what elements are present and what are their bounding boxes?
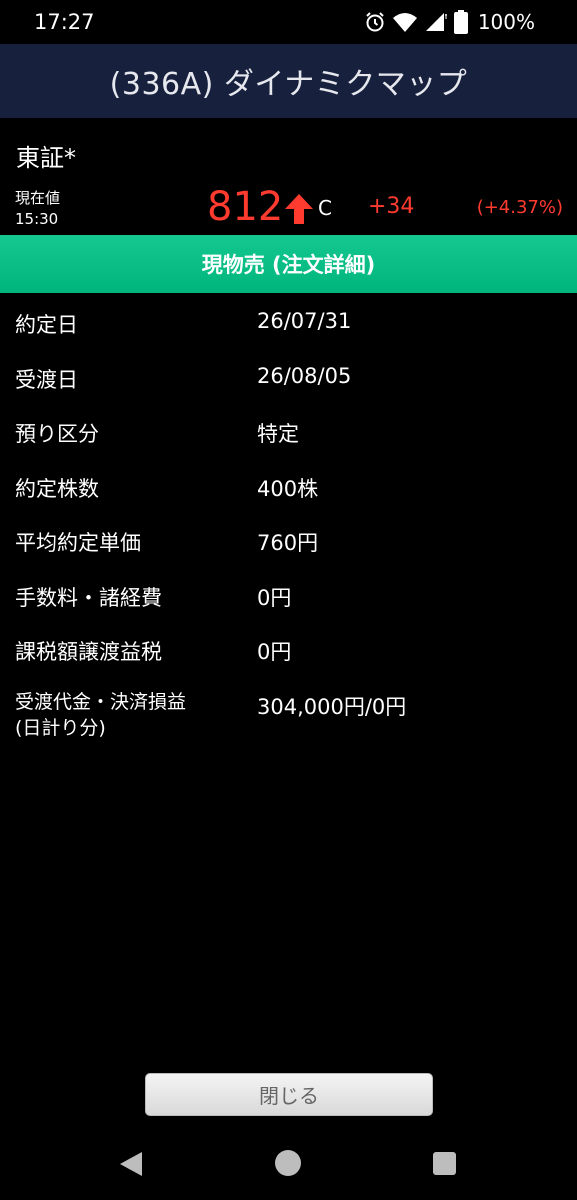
wifi-icon — [392, 13, 417, 32]
battery-icon — [453, 10, 468, 34]
detail-label: 受渡代金・決済損益 (日計り分) — [15, 689, 186, 741]
back-icon[interactable] — [118, 1150, 144, 1178]
detail-label: 約定日 — [15, 313, 78, 337]
status-time: 17:27 — [34, 10, 95, 34]
current-price: 812 — [207, 184, 284, 230]
detail-label: 手数料・諸経費 — [15, 585, 162, 610]
detail-label: 受渡日 — [15, 367, 78, 392]
battery-percent: 100% — [477, 10, 535, 34]
detail-label: 課税額譲渡益税 — [15, 640, 162, 664]
detail-value: 0円 — [257, 585, 292, 610]
detail-row-average-price: 平均約定単価 760円 — [0, 515, 577, 570]
detail-value: 0円 — [257, 640, 292, 664]
price-change-percent: (+4.37%) — [476, 197, 563, 218]
detail-value: 26/07/31 — [257, 309, 352, 333]
close-button[interactable]: 閉じる — [145, 1073, 433, 1116]
detail-row-settlement-date: 受渡日 26/08/05 — [0, 352, 577, 407]
recent-apps-icon[interactable] — [433, 1152, 456, 1175]
status-icons: 100% — [364, 8, 535, 36]
detail-value: 304,000円/0円 — [257, 694, 407, 719]
market-name: 東証* — [16, 144, 76, 172]
detail-label-line1: 受渡代金・決済損益 — [15, 690, 187, 713]
system-nav-bar — [0, 1130, 577, 1200]
price-row: 現在値 15:30 812 C +34 (+4.37%) — [0, 183, 577, 233]
page-title: (336A) ダイナミクマップ — [109, 67, 468, 102]
detail-label: 平均約定単価 — [15, 531, 141, 555]
order-details: 約定日 26/07/31 受渡日 26/08/05 預り区分 特定 約定株数 4… — [0, 297, 577, 749]
detail-label-line2: (日計り分) — [15, 716, 106, 739]
detail-row-fees: 手数料・諸経費 0円 — [0, 570, 577, 625]
signal-icon — [425, 13, 447, 31]
detail-label: 約定株数 — [15, 476, 99, 501]
detail-row-quantity: 約定株数 400株 — [0, 461, 577, 516]
title-bar: (336A) ダイナミクマップ — [0, 44, 577, 118]
status-bar: 17:27 100% — [0, 0, 577, 44]
detail-value: 760円 — [257, 531, 319, 555]
close-button-label: 閉じる — [259, 1084, 319, 1108]
current-price-label: 現在値 — [15, 189, 61, 207]
price-change: +34 — [368, 194, 415, 219]
detail-row-trade-date: 約定日 26/07/31 — [0, 297, 577, 352]
home-icon[interactable] — [275, 1150, 301, 1176]
detail-row-account-type: 預り区分 特定 — [0, 406, 577, 461]
detail-label: 預り区分 — [15, 422, 99, 446]
detail-value: 特定 — [257, 422, 299, 446]
price-suffix: C — [318, 196, 332, 220]
price-time: 15:30 — [15, 210, 59, 228]
section-header: 現物売 (注文詳細) — [0, 235, 577, 293]
detail-row-tax: 課税額譲渡益税 0円 — [0, 624, 577, 679]
up-arrow-icon — [285, 194, 313, 224]
detail-value: 26/08/05 — [257, 363, 352, 388]
detail-row-settlement-amount: 受渡代金・決済損益 (日計り分) 304,000円/0円 — [0, 679, 577, 749]
alarm-icon — [366, 12, 384, 32]
price-label: 現在値 15:30 — [15, 188, 60, 230]
detail-value: 400株 — [257, 476, 319, 501]
section-title: 現物売 (注文詳細) — [201, 253, 376, 277]
